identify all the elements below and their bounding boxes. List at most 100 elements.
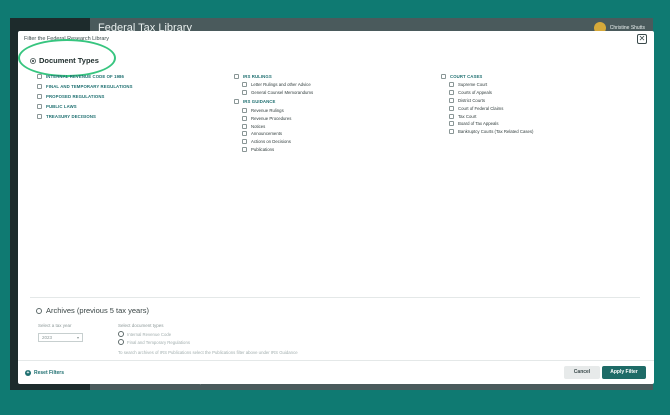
doc-subtype-option[interactable]: Announcements bbox=[234, 130, 313, 138]
doc-type-option[interactable]: IRS GUIDANCE bbox=[234, 97, 313, 107]
archives-note: To search archives of IRS Publications s… bbox=[118, 350, 298, 355]
doc-subtype-checkbox[interactable] bbox=[242, 146, 247, 152]
doc-type-checkbox[interactable] bbox=[234, 73, 239, 79]
archive-option[interactable]: Final and Temporary Regulations bbox=[118, 339, 190, 345]
doc-type-checkbox[interactable] bbox=[37, 93, 42, 99]
archive-option-radio[interactable] bbox=[118, 331, 124, 337]
doc-types-select-label: Select document types bbox=[118, 323, 164, 328]
doc-subtype-label: Actions on Decisions bbox=[251, 139, 291, 145]
archives-radio[interactable] bbox=[36, 307, 42, 314]
doc-subtype-option[interactable]: General Counsel Memorandums bbox=[234, 89, 313, 97]
doc-subtype-option[interactable]: Revenue Rulings bbox=[234, 107, 313, 115]
document-types-radio[interactable] bbox=[30, 57, 36, 64]
modal-header: Filter the Federal Research Library ✕ bbox=[18, 31, 654, 47]
doc-subtype-checkbox[interactable] bbox=[242, 139, 247, 145]
doc-subtype-label: Letter Rulings and other Advice bbox=[251, 82, 311, 88]
doc-type-checkbox[interactable] bbox=[37, 113, 42, 119]
doc-subtype-option[interactable]: Actions on Decisions bbox=[234, 138, 313, 146]
doc-subtype-option[interactable]: Publications bbox=[234, 146, 313, 154]
doc-type-option[interactable]: FINAL AND TEMPORARY REGULATIONS bbox=[37, 81, 133, 91]
doc-type-checkbox[interactable] bbox=[37, 83, 42, 89]
doc-subtype-option[interactable]: Letter Rulings and other Advice bbox=[234, 81, 313, 89]
tax-year-select[interactable]: 2023 ▾ bbox=[38, 333, 83, 342]
doc-subtype-option[interactable]: Court of Federal Claims bbox=[441, 104, 533, 112]
doc-column-1: INTERNAL REVENUE CODE OF 1986 FINAL AND T… bbox=[37, 71, 133, 121]
reset-filters-button[interactable]: + Reset Filters bbox=[25, 370, 64, 376]
doc-subtype-checkbox[interactable] bbox=[242, 123, 247, 129]
close-button[interactable]: ✕ bbox=[637, 34, 647, 44]
doc-type-label: TREASURY DECISIONS bbox=[46, 113, 97, 119]
doc-subtype-checkbox[interactable] bbox=[242, 131, 247, 137]
doc-type-checkbox[interactable] bbox=[37, 73, 42, 79]
doc-subtype-label: Revenue Rulings bbox=[251, 107, 284, 113]
doc-subtype-label: Announcements bbox=[251, 131, 283, 137]
document-types-header[interactable]: Document Types bbox=[30, 56, 99, 65]
archives-header[interactable]: Archives (previous 5 tax years) bbox=[36, 306, 149, 315]
archives-title: Archives (previous 5 tax years) bbox=[46, 306, 149, 315]
doc-type-option[interactable]: PROPOSED REGULATIONS bbox=[37, 91, 133, 101]
doc-type-checkbox[interactable] bbox=[441, 73, 446, 79]
doc-column-2: IRS RULINGS Letter Rulings and other Advi… bbox=[234, 71, 313, 153]
doc-type-label: IRS RULINGS bbox=[243, 73, 272, 79]
year-label: Select a tax year bbox=[38, 323, 72, 328]
document-types-label: Document Types bbox=[39, 56, 99, 65]
doc-type-label: PUBLIC LAWS bbox=[46, 103, 77, 109]
doc-subtype-option[interactable]: Tax Court bbox=[441, 112, 533, 120]
doc-subtype-checkbox[interactable] bbox=[242, 82, 247, 88]
chevron-down-icon: ▾ bbox=[76, 335, 79, 340]
doc-subtype-label: Court of Federal Claims bbox=[458, 105, 504, 111]
doc-subtype-label: Courts of Appeals bbox=[458, 90, 492, 96]
doc-subtype-checkbox[interactable] bbox=[449, 82, 454, 88]
doc-subtype-label: Tax Court bbox=[458, 113, 477, 119]
doc-subtype-label: Revenue Procedures bbox=[251, 115, 292, 121]
doc-type-option[interactable]: INTERNAL REVENUE CODE OF 1986 bbox=[37, 71, 133, 81]
doc-type-option[interactable]: IRS RULINGS bbox=[234, 71, 313, 81]
archive-option-label: Final and Temporary Regulations bbox=[127, 339, 190, 345]
doc-subtype-checkbox[interactable] bbox=[242, 115, 247, 121]
doc-type-option[interactable]: COURT CASES bbox=[441, 71, 533, 81]
tax-year-value: 2023 bbox=[42, 335, 53, 340]
doc-subtype-checkbox[interactable] bbox=[449, 97, 454, 103]
archive-option-label: Internal Revenue Code bbox=[127, 331, 172, 337]
doc-type-checkbox[interactable] bbox=[37, 103, 42, 109]
doc-type-option[interactable]: TREASURY DECISIONS bbox=[37, 111, 133, 121]
archive-option-radio[interactable] bbox=[118, 339, 124, 345]
doc-type-label: IRS GUIDANCE bbox=[243, 99, 276, 105]
doc-type-label: INTERNAL REVENUE CODE OF 1986 bbox=[46, 73, 125, 79]
archives-section: Archives (previous 5 tax years) Select a… bbox=[30, 297, 640, 355]
doc-subtype-checkbox[interactable] bbox=[449, 113, 454, 119]
cancel-button[interactable]: Cancel bbox=[564, 366, 600, 379]
doc-subtype-option[interactable]: District Courts bbox=[441, 97, 533, 105]
close-icon: ✕ bbox=[638, 34, 646, 43]
doc-type-checkbox[interactable] bbox=[234, 99, 239, 105]
apply-filter-button[interactable]: Apply Filter bbox=[602, 366, 646, 379]
doc-subtype-checkbox[interactable] bbox=[449, 121, 454, 127]
doc-subtype-label: Board of Tax Appeals bbox=[458, 121, 499, 127]
doc-subtype-label: Supreme Court bbox=[458, 82, 488, 88]
reset-icon: + bbox=[25, 370, 31, 376]
doc-subtype-checkbox[interactable] bbox=[449, 90, 454, 96]
doc-subtype-label: Publications bbox=[251, 146, 275, 152]
doc-type-label: PROPOSED REGULATIONS bbox=[46, 93, 105, 99]
modal-footer: + Reset Filters Cancel Apply Filter bbox=[18, 360, 654, 384]
doc-subtype-checkbox[interactable] bbox=[242, 107, 247, 113]
doc-subtype-option[interactable]: Supreme Court bbox=[441, 81, 533, 89]
doc-subtype-checkbox[interactable] bbox=[242, 90, 247, 96]
doc-type-label: COURT CASES bbox=[450, 73, 483, 79]
archive-option[interactable]: Internal Revenue Code bbox=[118, 331, 171, 337]
doc-type-label: FINAL AND TEMPORARY REGULATIONS bbox=[46, 83, 133, 89]
doc-subtype-label: District Courts bbox=[458, 97, 485, 103]
doc-subtype-label: General Counsel Memorandums bbox=[251, 90, 314, 96]
doc-subtype-label: Bankruptcy Courts (Tax Related Cases) bbox=[458, 129, 534, 135]
doc-subtype-option[interactable]: Notices bbox=[234, 122, 313, 130]
doc-subtype-option[interactable]: Board of Tax Appeals bbox=[441, 120, 533, 128]
doc-subtype-checkbox[interactable] bbox=[449, 129, 454, 135]
doc-subtype-option[interactable]: Revenue Procedures bbox=[234, 114, 313, 122]
doc-column-3: COURT CASES Supreme Court Courts of Appeal… bbox=[441, 71, 533, 136]
doc-subtype-checkbox[interactable] bbox=[449, 105, 454, 111]
doc-type-option[interactable]: PUBLIC LAWS bbox=[37, 101, 133, 111]
doc-subtype-option[interactable]: Bankruptcy Courts (Tax Related Cases) bbox=[441, 128, 533, 136]
reset-label: Reset Filters bbox=[34, 370, 65, 376]
doc-subtype-label: Notices bbox=[251, 123, 266, 129]
doc-subtype-option[interactable]: Courts of Appeals bbox=[441, 89, 533, 97]
